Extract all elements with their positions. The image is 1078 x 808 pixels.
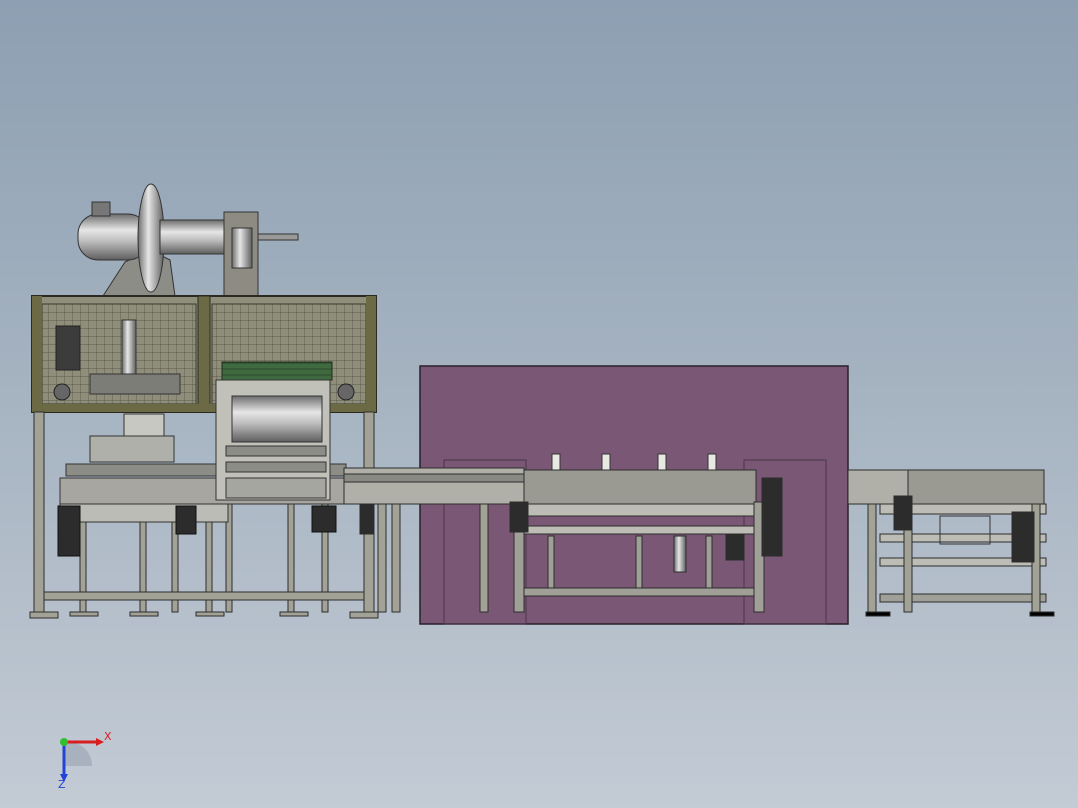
graphics-viewport[interactable]: X Z — [0, 0, 1078, 808]
z-axis-label: Z — [58, 778, 66, 791]
coordinate-triad: X Z — [52, 728, 122, 793]
right-conveyor — [847, 469, 1055, 617]
cad-model[interactable] — [0, 0, 1078, 808]
y-axis-dot — [60, 738, 68, 746]
wrapper-unit — [215, 361, 333, 501]
x-axis-label: X — [104, 730, 112, 743]
blower-assembly — [77, 183, 299, 297]
